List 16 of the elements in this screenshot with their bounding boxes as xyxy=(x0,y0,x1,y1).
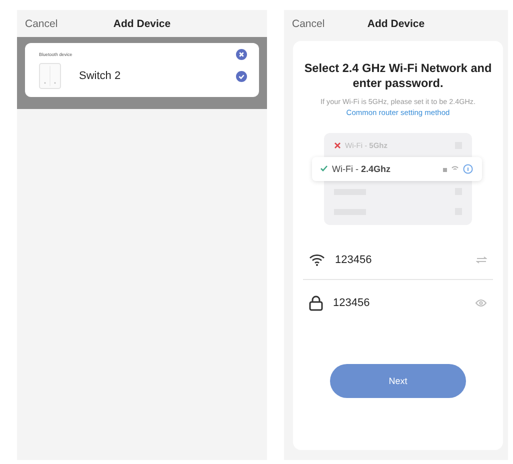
wifi-icon xyxy=(309,253,325,266)
screen-title: Add Device xyxy=(367,18,425,30)
check-icon[interactable] xyxy=(236,70,247,82)
wifi-name-field[interactable]: 123456 xyxy=(303,240,493,280)
cancel-link[interactable]: Cancel xyxy=(25,18,58,30)
lock-icon xyxy=(309,294,323,311)
switch-device-icon xyxy=(39,63,61,89)
network-name: Wi-Fi - 2.4Ghz xyxy=(332,164,392,174)
screen-title: Add Device xyxy=(113,18,171,30)
device-name: Switch 2 xyxy=(79,70,122,82)
close-icon[interactable] xyxy=(236,49,247,60)
next-button[interactable]: Next xyxy=(330,364,466,398)
heading: Select 2.4 GHz Wi-Fi Network and enter password. xyxy=(303,61,493,92)
lock-wifi-info-icons xyxy=(442,164,474,174)
cancel-link[interactable]: Cancel xyxy=(292,18,325,30)
password-field[interactable]: 123456 xyxy=(303,284,493,322)
